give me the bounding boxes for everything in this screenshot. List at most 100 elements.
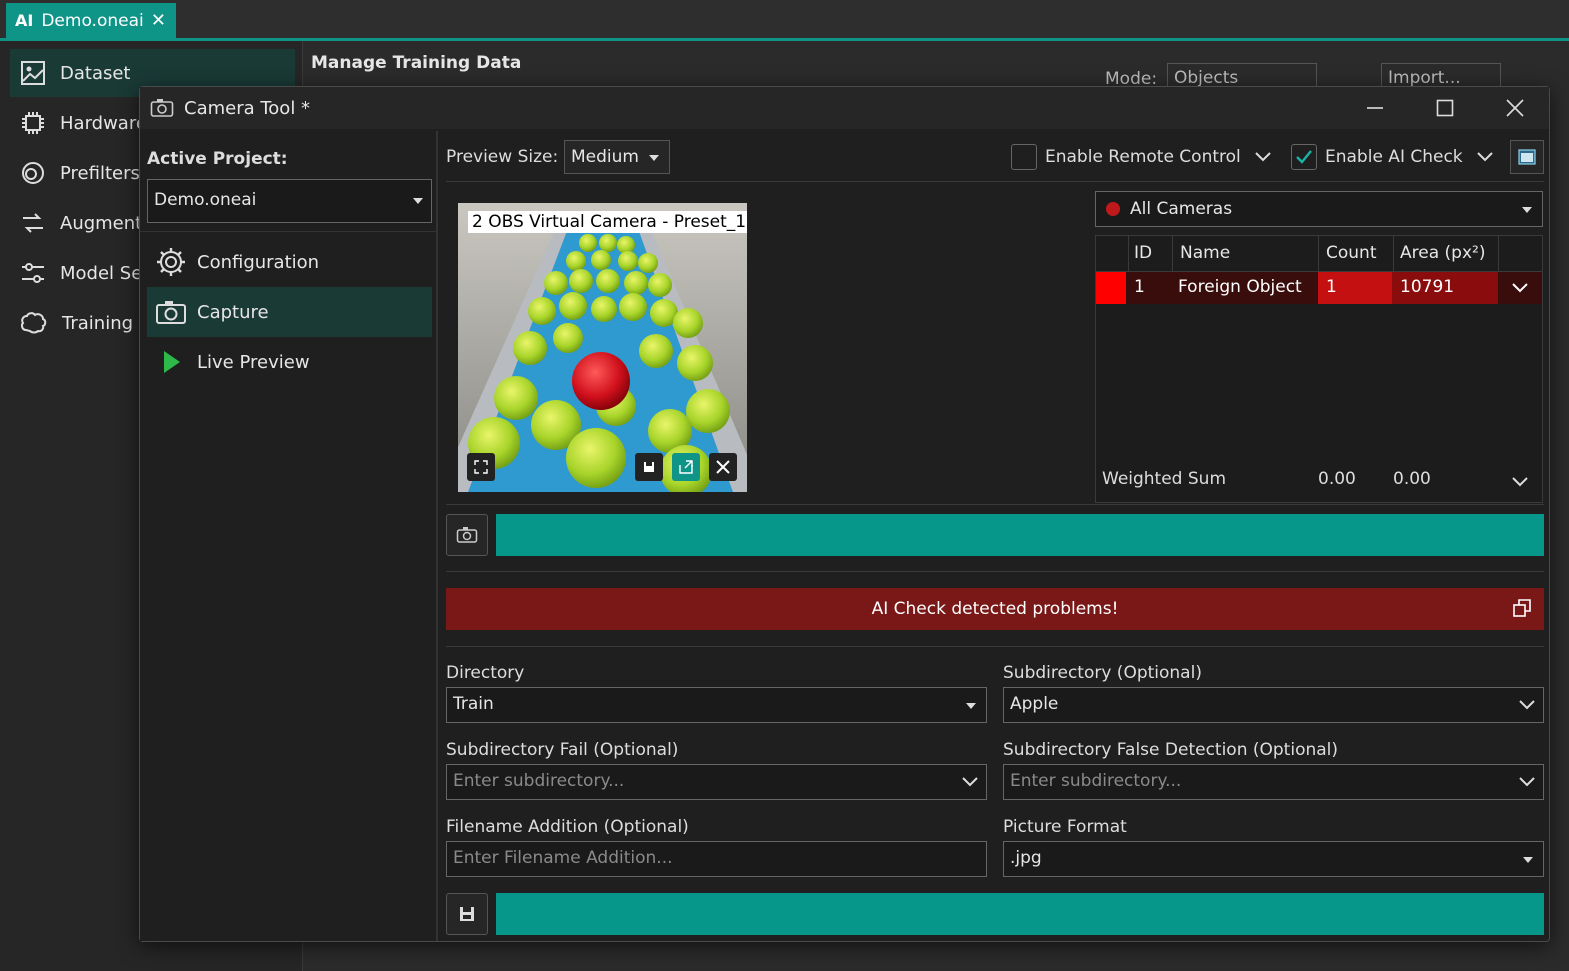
save-row: [446, 893, 1544, 935]
chevron-down-icon[interactable]: [1512, 283, 1528, 293]
chevron-down-icon[interactable]: [962, 777, 978, 787]
nav-configuration[interactable]: Configuration: [147, 237, 432, 287]
active-project-value: Demo.oneai: [154, 190, 257, 210]
tab-demo-oneai[interactable]: AI Demo.oneai ✕: [6, 3, 176, 38]
remote-control-toggle[interactable]: Enable Remote Control: [1011, 144, 1271, 170]
picture-format-label: Picture Format: [1003, 817, 1127, 837]
filter-icon: [22, 162, 44, 184]
detection-table: ID Name Count Area (px²) 1 Foreign Objec…: [1095, 235, 1543, 503]
tab-title: Demo.oneai: [41, 10, 144, 31]
col-area: Area (px²): [1400, 243, 1486, 263]
gear-icon: [157, 248, 185, 276]
dialog-title: Camera Tool *: [184, 97, 311, 119]
camera-select[interactable]: All Cameras: [1095, 191, 1543, 227]
sidebar-item-label: Prefilters: [60, 162, 140, 184]
remote-control-label: Enable Remote Control: [1045, 147, 1241, 167]
nav-live-preview[interactable]: Live Preview: [147, 337, 432, 387]
chevron-down-icon[interactable]: [1255, 152, 1271, 162]
row-count: 1: [1318, 272, 1392, 304]
row-area: 10791: [1392, 272, 1498, 304]
remote-control-checkbox[interactable]: [1011, 144, 1037, 170]
panel-toggle-button[interactable]: [1510, 140, 1544, 174]
picture-format-select[interactable]: .jpg: [1003, 841, 1544, 877]
row-id: 1: [1134, 277, 1145, 297]
close-tab-icon[interactable]: ✕: [151, 10, 166, 31]
class-color-swatch: [1096, 272, 1126, 304]
sidebar-item-label: Training: [62, 312, 134, 334]
preview-size-select[interactable]: Medium: [564, 140, 670, 174]
subdirectory-fail-label: Subdirectory Fail (Optional): [446, 740, 679, 760]
dialog-titlebar[interactable]: Camera Tool *: [140, 87, 1549, 129]
preview-size-label: Preview Size:: [446, 147, 559, 167]
subdirectory-false-detection-label: Subdirectory False Detection (Optional): [1003, 740, 1339, 760]
camera-label: 2 OBS Virtual Camera - Preset_1: [468, 211, 747, 233]
caret-down-icon: [413, 198, 423, 204]
camera-preview[interactable]: 2 OBS Virtual Camera - Preset_1: [458, 203, 747, 492]
page-title: Manage Training Data: [311, 53, 522, 73]
subdirectory-false-detection-combobox[interactable]: Enter subdirectory...: [1003, 764, 1544, 800]
capture-progress-bar: [496, 514, 1544, 556]
camera-icon: [150, 99, 174, 117]
save-progress-bar: [496, 893, 1544, 935]
col-count: Count: [1326, 243, 1377, 263]
col-name: Name: [1180, 243, 1231, 263]
nav-label: Configuration: [197, 251, 320, 273]
status-dot: [1106, 202, 1120, 216]
chevron-down-icon[interactable]: [1519, 777, 1535, 787]
divider: [446, 181, 1544, 182]
directory-select[interactable]: Train: [446, 687, 987, 723]
subdirectory-value: Apple: [1010, 694, 1059, 714]
weighted-sum-count: 0.00: [1318, 469, 1356, 489]
dialog-sidebar: Active Project: Demo.oneai Configuration…: [140, 131, 438, 941]
maximize-icon[interactable]: [1425, 95, 1465, 121]
divider: [446, 571, 1544, 572]
chevron-down-icon[interactable]: [1519, 700, 1535, 710]
weighted-sum-label: Weighted Sum: [1102, 469, 1227, 489]
export-icon[interactable]: [672, 453, 700, 481]
save-icon[interactable]: [635, 453, 663, 481]
camera-select-value: All Cameras: [1130, 199, 1233, 219]
ai-check-toggle[interactable]: Enable AI Check: [1291, 144, 1493, 170]
ai-badge: AI: [15, 11, 34, 30]
sidebar-item-label: Hardware: [60, 112, 147, 134]
checkmark-icon: [1296, 150, 1312, 164]
save-button[interactable]: [446, 893, 488, 935]
nav-label: Live Preview: [197, 351, 310, 373]
alert-text: AI Check detected problems!: [871, 599, 1119, 619]
chevron-down-icon[interactable]: [1512, 477, 1528, 487]
close-icon[interactable]: [1495, 95, 1535, 121]
divider: [446, 504, 1544, 505]
fullscreen-icon[interactable]: [467, 453, 495, 481]
table-row[interactable]: 1 Foreign Object 1 10791: [1096, 272, 1542, 304]
caret-down-icon: [1522, 207, 1532, 213]
close-preview-icon[interactable]: [709, 453, 737, 481]
popout-icon[interactable]: [1512, 598, 1532, 618]
caret-down-icon: [649, 155, 659, 161]
subdirectory-fail-combobox[interactable]: Enter subdirectory...: [446, 764, 987, 800]
chevron-down-icon[interactable]: [1476, 152, 1493, 162]
ai-check-alert: AI Check detected problems!: [446, 588, 1544, 630]
active-project-select[interactable]: Demo.oneai: [147, 179, 432, 223]
tab-strip: AI Demo.oneai ✕: [0, 0, 1569, 41]
caret-down-icon: [966, 703, 976, 709]
subdirectory-label: Subdirectory (Optional): [1003, 663, 1202, 683]
chip-icon: [22, 112, 44, 134]
filename-addition-placeholder: Enter Filename Addition...: [453, 848, 673, 868]
directory-value: Train: [453, 694, 494, 714]
filename-addition-input[interactable]: Enter Filename Addition...: [446, 841, 987, 877]
active-project-label: Active Project:: [147, 149, 288, 169]
camera-icon: [156, 301, 186, 324]
nav-capture[interactable]: Capture: [147, 287, 432, 337]
play-icon: [164, 351, 180, 373]
filename-addition-label: Filename Addition (Optional): [446, 817, 689, 837]
capture-button[interactable]: [446, 514, 488, 556]
subdirectory-combobox[interactable]: Apple: [1003, 687, 1544, 723]
augment-icon: [23, 213, 43, 233]
ai-check-label: Enable AI Check: [1325, 147, 1463, 167]
table-header: ID Name Count Area (px²): [1096, 236, 1542, 272]
nav-label: Capture: [197, 301, 269, 323]
apple-conveyor-image: [458, 203, 747, 492]
caret-down-icon: [1523, 857, 1533, 863]
ai-check-checkbox[interactable]: [1291, 144, 1317, 170]
minimize-icon[interactable]: [1355, 95, 1395, 121]
